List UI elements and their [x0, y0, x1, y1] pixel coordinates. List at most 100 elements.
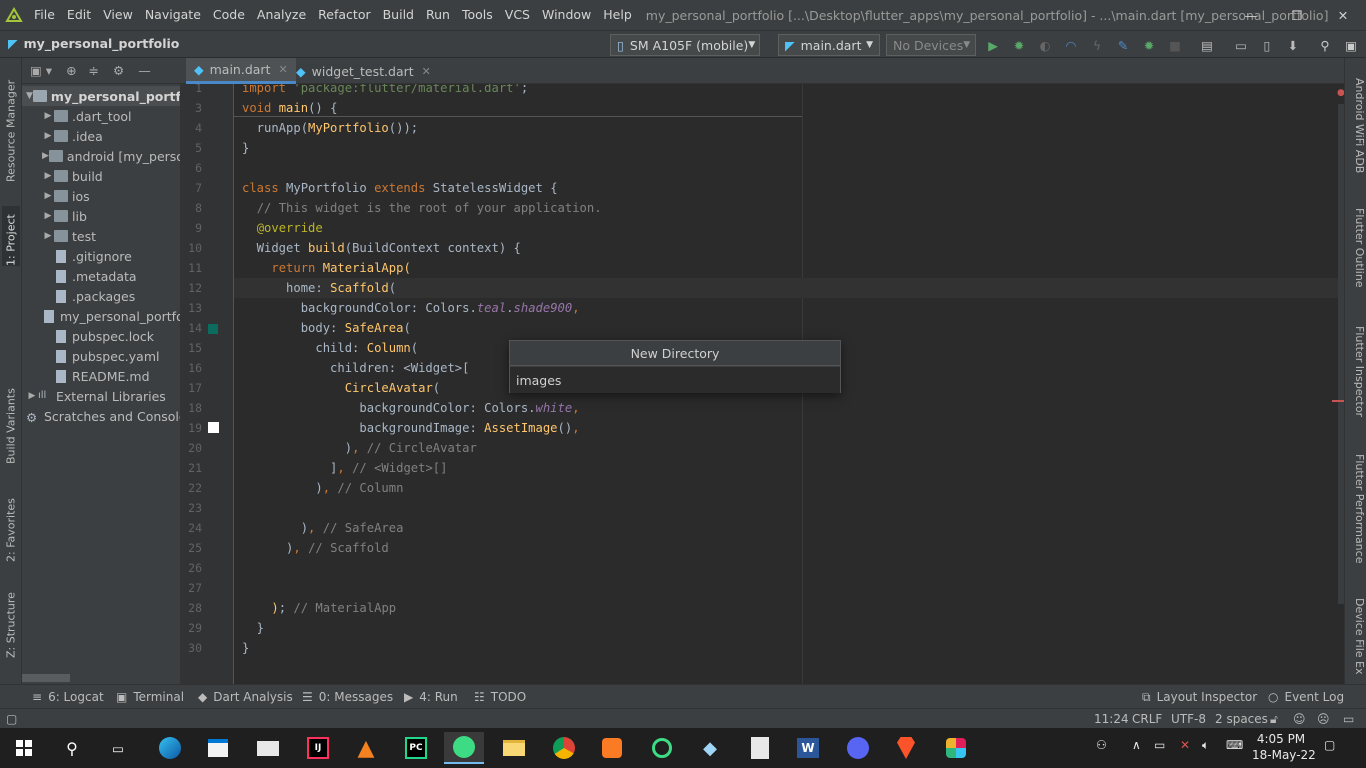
apply-changes-icon[interactable]: ✎ [1114, 36, 1132, 54]
edge-icon[interactable] [150, 732, 190, 764]
menu-tools[interactable]: Tools [456, 0, 499, 30]
task-view-icon[interactable]: ▭ [98, 732, 138, 764]
code-line[interactable]: ), // Scaffold [242, 538, 389, 558]
todo-tab[interactable]: ☷ TODO [474, 685, 526, 709]
code-line[interactable]: ], // <Widget>[] [242, 458, 447, 478]
tab-main-dart[interactable]: ◆ main.dart ✕ [186, 58, 296, 84]
code-line[interactable]: Widget build(BuildContext context) { [242, 238, 521, 258]
frown-icon[interactable]: ☹ [1317, 709, 1330, 729]
menu-navigate[interactable]: Navigate [139, 0, 207, 30]
slack-icon[interactable] [936, 732, 976, 764]
project-structure-icon[interactable]: ▤ [1198, 36, 1216, 54]
close-icon[interactable]: ✕ [1320, 0, 1366, 30]
tree-item[interactable]: ▶ android [my_perso [22, 146, 180, 166]
code-line[interactable]: return MaterialApp( [242, 258, 410, 278]
battery-icon[interactable]: ✕ [1180, 738, 1190, 752]
tool-windows-icon[interactable]: ▢ [6, 709, 17, 729]
menu-window[interactable]: Window [536, 0, 597, 30]
menu-edit[interactable]: Edit [61, 0, 97, 30]
code-line[interactable]: class MyPortfolio extends StatelessWidge… [242, 178, 558, 198]
code-line[interactable]: @override [242, 218, 323, 238]
file-explorer-icon[interactable] [494, 732, 534, 764]
code-line[interactable]: runApp(MyPortfolio()); [242, 118, 418, 138]
horizontal-scrollbar[interactable] [22, 674, 70, 682]
chevron-up-icon[interactable]: ∧ [1132, 738, 1141, 752]
profile-icon[interactable]: ◐ [1036, 36, 1054, 54]
clock[interactable]: 4:05 PM 18-May-22 [1252, 732, 1316, 762]
sync-app-icon[interactable] [642, 732, 682, 764]
code-line[interactable]: } [242, 638, 249, 658]
windows-start-icon[interactable] [4, 732, 44, 764]
terminal-tab[interactable]: ▣ Terminal [116, 685, 184, 709]
device-file-explorer-tab[interactable]: Device File Ex [1348, 598, 1366, 684]
debug-icon[interactable]: ✹ [1010, 36, 1028, 54]
menu-code[interactable]: Code [207, 0, 251, 30]
people-icon[interactable]: ⚇ [1096, 738, 1107, 752]
view-mode-icon[interactable]: ▣ ▾ [30, 63, 52, 78]
hide-icon[interactable]: — [138, 63, 151, 78]
tree-item[interactable]: ▶ lib [22, 206, 180, 226]
network-icon[interactable]: ▭ [1154, 738, 1165, 752]
chevron-right-icon[interactable]: ▶ [42, 211, 54, 221]
chevron-right-icon[interactable]: ▶ [42, 151, 49, 161]
tree-item[interactable]: .gitignore [22, 246, 180, 266]
collapse-icon[interactable]: ≑ [89, 63, 99, 78]
notes-icon[interactable]: ◆ [690, 732, 730, 764]
flutter-outline-tab[interactable]: Flutter Outline [1348, 208, 1366, 308]
xampp-icon[interactable] [592, 732, 632, 764]
code-line[interactable]: void main() { [242, 98, 337, 118]
menu-file[interactable]: File [28, 0, 61, 30]
tree-item[interactable]: pubspec.lock [22, 326, 180, 346]
locate-icon[interactable]: ⊕ [66, 63, 76, 78]
run-tab[interactable]: ▶ 4: Run [404, 685, 458, 709]
tree-item[interactable]: ⚙ Scratches and Console [22, 406, 180, 426]
code-line[interactable]: child: Column( [242, 338, 418, 358]
code-line[interactable]: body: SafeArea( [242, 318, 411, 338]
code-line[interactable]: // This widget is the root of your appli… [242, 198, 602, 218]
layout-inspector-tab[interactable]: ⧉ Layout Inspector [1142, 685, 1257, 709]
menu-run[interactable]: Run [420, 0, 456, 30]
logcat-tab[interactable]: ≡ 6: Logcat [32, 685, 104, 709]
dart-analysis-tab[interactable]: ◆ Dart Analysis [198, 685, 293, 709]
code-line[interactable]: home: Scaffold( [242, 278, 396, 298]
chevron-right-icon[interactable]: ▶ [42, 231, 54, 241]
code-line[interactable]: ), // SafeArea [242, 518, 404, 538]
code-line[interactable]: ), // CircleAvatar [242, 438, 477, 458]
event-log-tab[interactable]: ○ Event Log [1268, 685, 1344, 709]
code-line[interactable]: backgroundColor: Colors.teal.shade900, [242, 298, 580, 318]
keyboard-icon[interactable]: ⌨ [1226, 738, 1243, 752]
menu-build[interactable]: Build [377, 0, 420, 30]
hot-reload-icon[interactable]: ϟ [1088, 36, 1106, 54]
avd-manager-icon[interactable]: ▭ [1232, 36, 1250, 54]
caret-position[interactable]: 11:24 [1094, 709, 1129, 729]
tree-item[interactable]: ▶ .dart_tool [22, 106, 180, 126]
menu-analyze[interactable]: Analyze [251, 0, 312, 30]
attach-debugger-icon[interactable]: ✹ [1140, 36, 1158, 54]
menu-view[interactable]: View [97, 0, 139, 30]
chevron-right-icon[interactable]: ▶ [42, 191, 54, 201]
project-tab[interactable]: 1: Project [2, 206, 20, 266]
code-line[interactable]: import 'package:flutter/material.dart'; [242, 84, 528, 98]
indent-setting[interactable]: 2 spaces [1215, 709, 1268, 729]
search-icon[interactable]: ⚲ [52, 732, 92, 764]
tree-item[interactable]: .packages [22, 286, 180, 306]
chevron-right-icon[interactable]: ▶ [42, 111, 54, 121]
device-selector[interactable]: ▯ SM A105F (mobile) ▼ [610, 34, 760, 56]
menu-vcs[interactable]: VCS [499, 0, 536, 30]
code-line[interactable]: backgroundImage: AssetImage(), [242, 418, 579, 438]
build-variants-tab[interactable]: Build Variants [2, 388, 20, 464]
lock-icon[interactable]: 🔓︎ [1270, 709, 1278, 729]
structure-tab[interactable]: Z: Structure [2, 592, 20, 658]
device-manager-icon[interactable]: ▯ [1258, 36, 1276, 54]
code-line[interactable]: children: <Widget>[ [242, 358, 469, 378]
code-line[interactable]: } [242, 138, 249, 158]
file-encoding[interactable]: UTF-8 [1171, 709, 1206, 729]
flutter-performance-tab[interactable]: Flutter Performance [1348, 454, 1366, 574]
search-icon[interactable]: ⚲ [1316, 36, 1334, 54]
notifications-icon[interactable]: ▭ [1343, 709, 1354, 729]
menu-help[interactable]: Help [597, 0, 638, 30]
tree-item[interactable]: README.md [22, 366, 180, 386]
vlc-icon[interactable]: ▲ [346, 732, 386, 764]
android-wifi-adb-tab[interactable]: Android WiFi ADB [1348, 78, 1366, 186]
discord-icon[interactable] [838, 732, 878, 764]
